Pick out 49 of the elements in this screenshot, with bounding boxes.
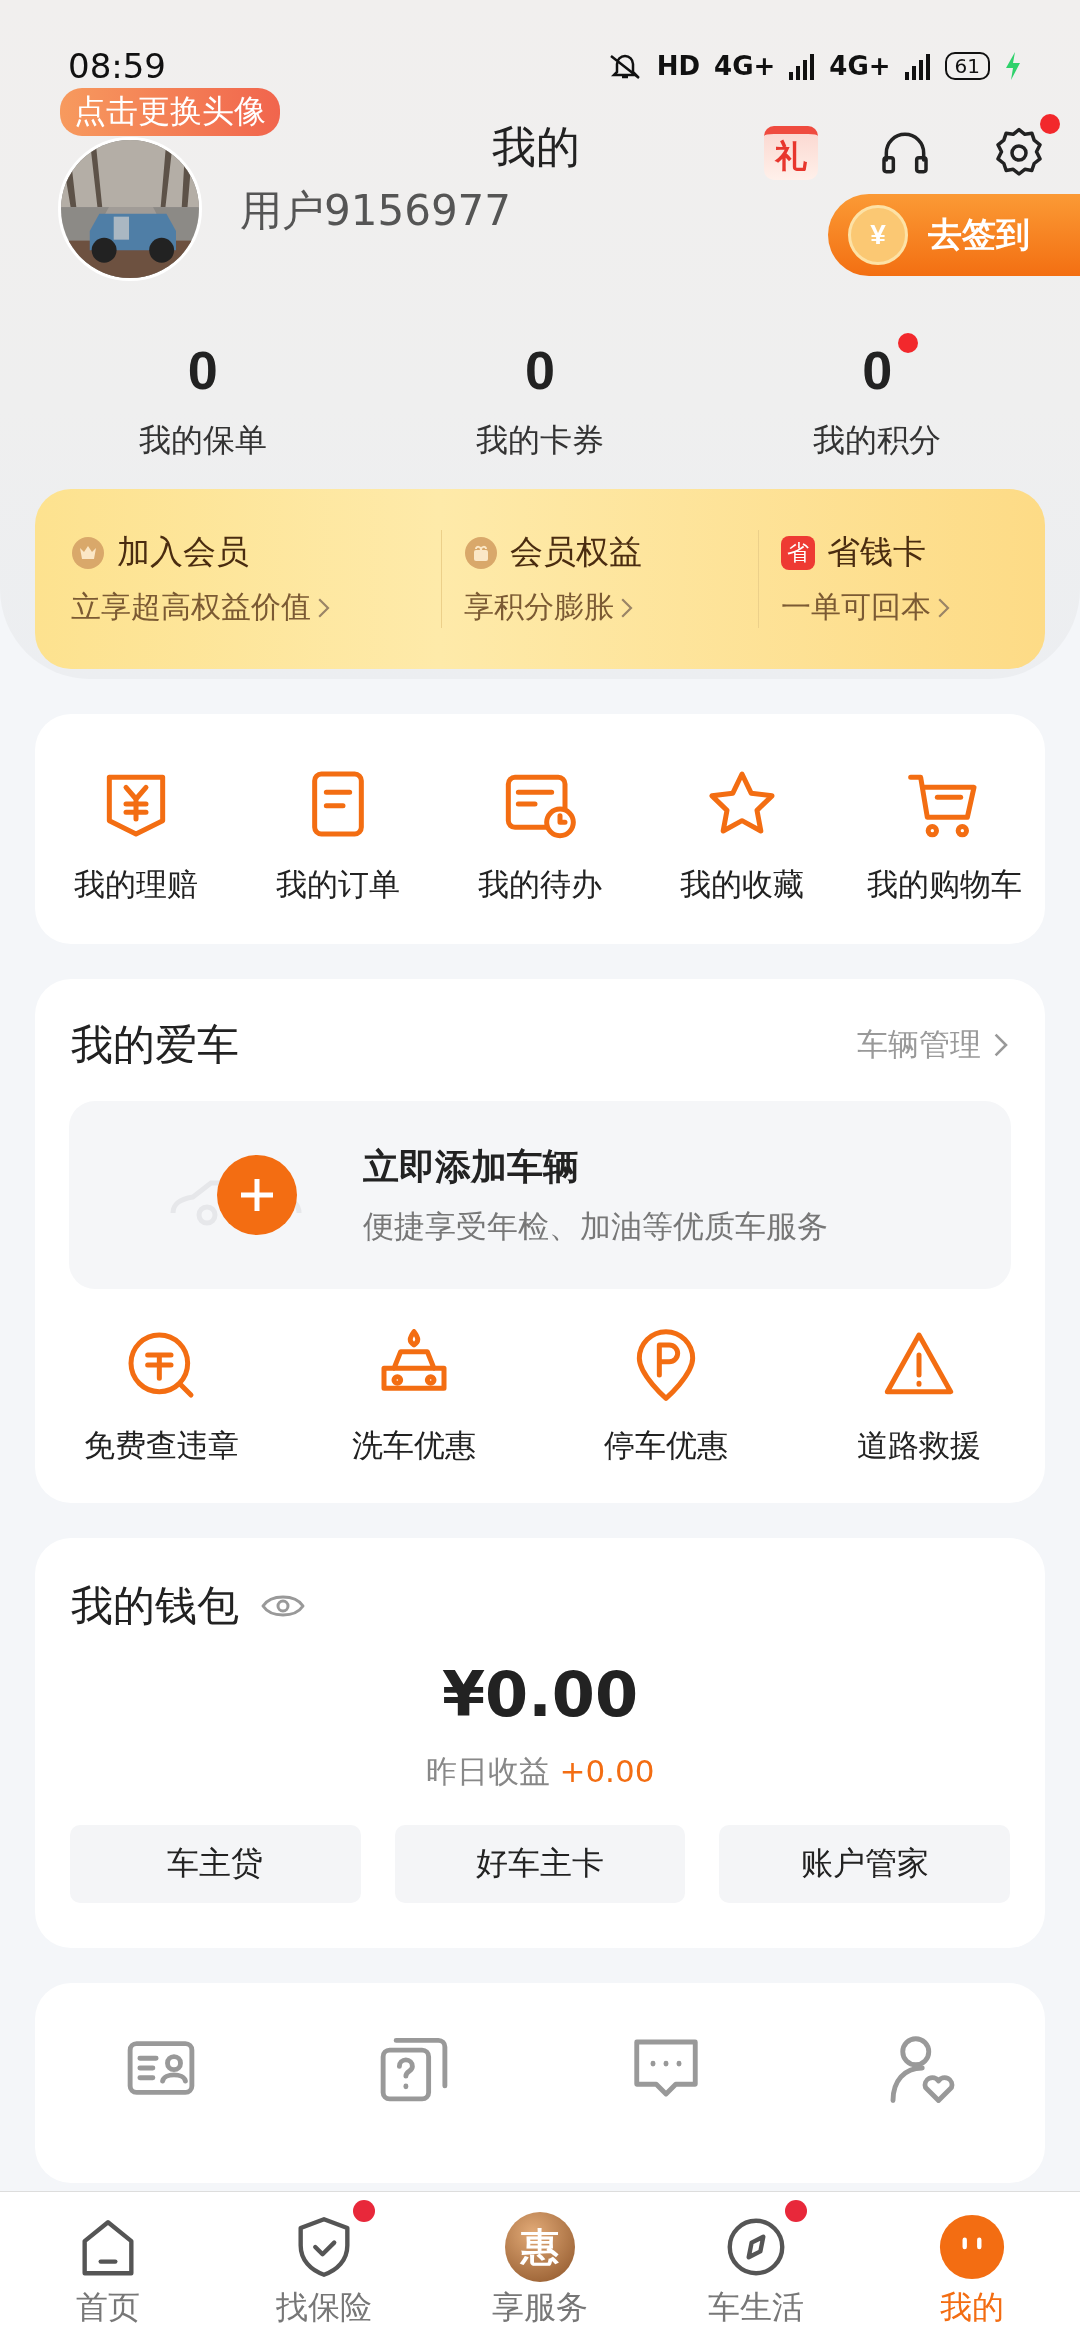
chevron-icon xyxy=(993,1032,1009,1058)
section-title: 我的钱包 xyxy=(71,1580,239,1632)
chevron-icon xyxy=(620,596,634,619)
username: 用户9156977 xyxy=(240,185,513,237)
nav-tab[interactable]: 首页 xyxy=(0,2192,216,2340)
service-label[interactable]: 停车优惠 xyxy=(604,1425,729,1467)
nav-tab[interactable]: 惠 享服务 xyxy=(432,2192,648,2340)
stat-item[interactable]: 0 我的保单 xyxy=(34,321,372,481)
membership-title[interactable]: 省钱卡 xyxy=(827,530,927,575)
wallet-amount: ¥0.00 xyxy=(441,1658,639,1731)
service-label[interactable]: 洗车优惠 xyxy=(351,1425,476,1467)
stat-item[interactable]: 0 我的卡券 xyxy=(371,321,709,481)
shortcut-label[interactable]: 我的收藏 xyxy=(680,864,804,906)
chevron-icon xyxy=(317,596,331,619)
nav-tab[interactable]: 找保险 xyxy=(216,2192,432,2340)
network-label: HD xyxy=(656,51,701,81)
stat-item[interactable]: 0 我的积分 xyxy=(708,321,1046,481)
signal-icon xyxy=(789,52,816,80)
section-title: 我的爱车 xyxy=(71,1019,239,1071)
charging-icon xyxy=(1004,51,1022,81)
network-label: 4G+ xyxy=(829,51,891,81)
membership-subtitle[interactable]: 享积分膨胀 xyxy=(464,587,615,628)
membership-subtitle[interactable]: 立享超高权益价值 xyxy=(71,587,311,628)
signal-icon xyxy=(904,52,931,80)
service-badge-icon: 惠 xyxy=(505,2212,575,2282)
membership-title[interactable]: 加入会员 xyxy=(117,530,249,575)
shortcut-label[interactable]: 我的购物车 xyxy=(866,864,1022,906)
status-time: 08:59 xyxy=(68,46,166,86)
gift-icon xyxy=(464,535,499,570)
membership-subtitle[interactable]: 一单可回本 xyxy=(781,587,932,628)
shortcut-label[interactable]: 我的订单 xyxy=(276,864,400,906)
yesterday-earnings: 昨日收益 +0.00 xyxy=(425,1752,655,1791)
savings-card-icon: 省 xyxy=(781,535,816,570)
add-vehicle-button[interactable]: 立即添加车辆 便捷享受年检、加油等优质车服务 xyxy=(69,1101,1011,1289)
nav-tab[interactable]: 车生活 xyxy=(648,2192,864,2340)
wallet-button[interactable]: 账户管家 xyxy=(719,1825,1010,1903)
profile-icon xyxy=(937,2212,1007,2282)
service-label[interactable]: 道路救援 xyxy=(856,1425,981,1467)
page-title: 我的 xyxy=(492,120,580,174)
membership-title[interactable]: 会员权益 xyxy=(510,530,643,575)
wallet-button[interactable]: 车主贷 xyxy=(70,1825,361,1903)
network-label: 4G+ xyxy=(714,51,776,81)
shortcut-label[interactable]: 我的理赔 xyxy=(74,864,198,906)
wallet-button[interactable]: 好车主卡 xyxy=(394,1825,686,1903)
battery-level: 61 xyxy=(944,52,990,80)
shortcut-label[interactable]: 我的待办 xyxy=(478,864,602,906)
service-label[interactable]: 免费查违章 xyxy=(83,1425,239,1467)
crown-icon xyxy=(71,535,105,570)
chevron-icon xyxy=(937,596,951,619)
